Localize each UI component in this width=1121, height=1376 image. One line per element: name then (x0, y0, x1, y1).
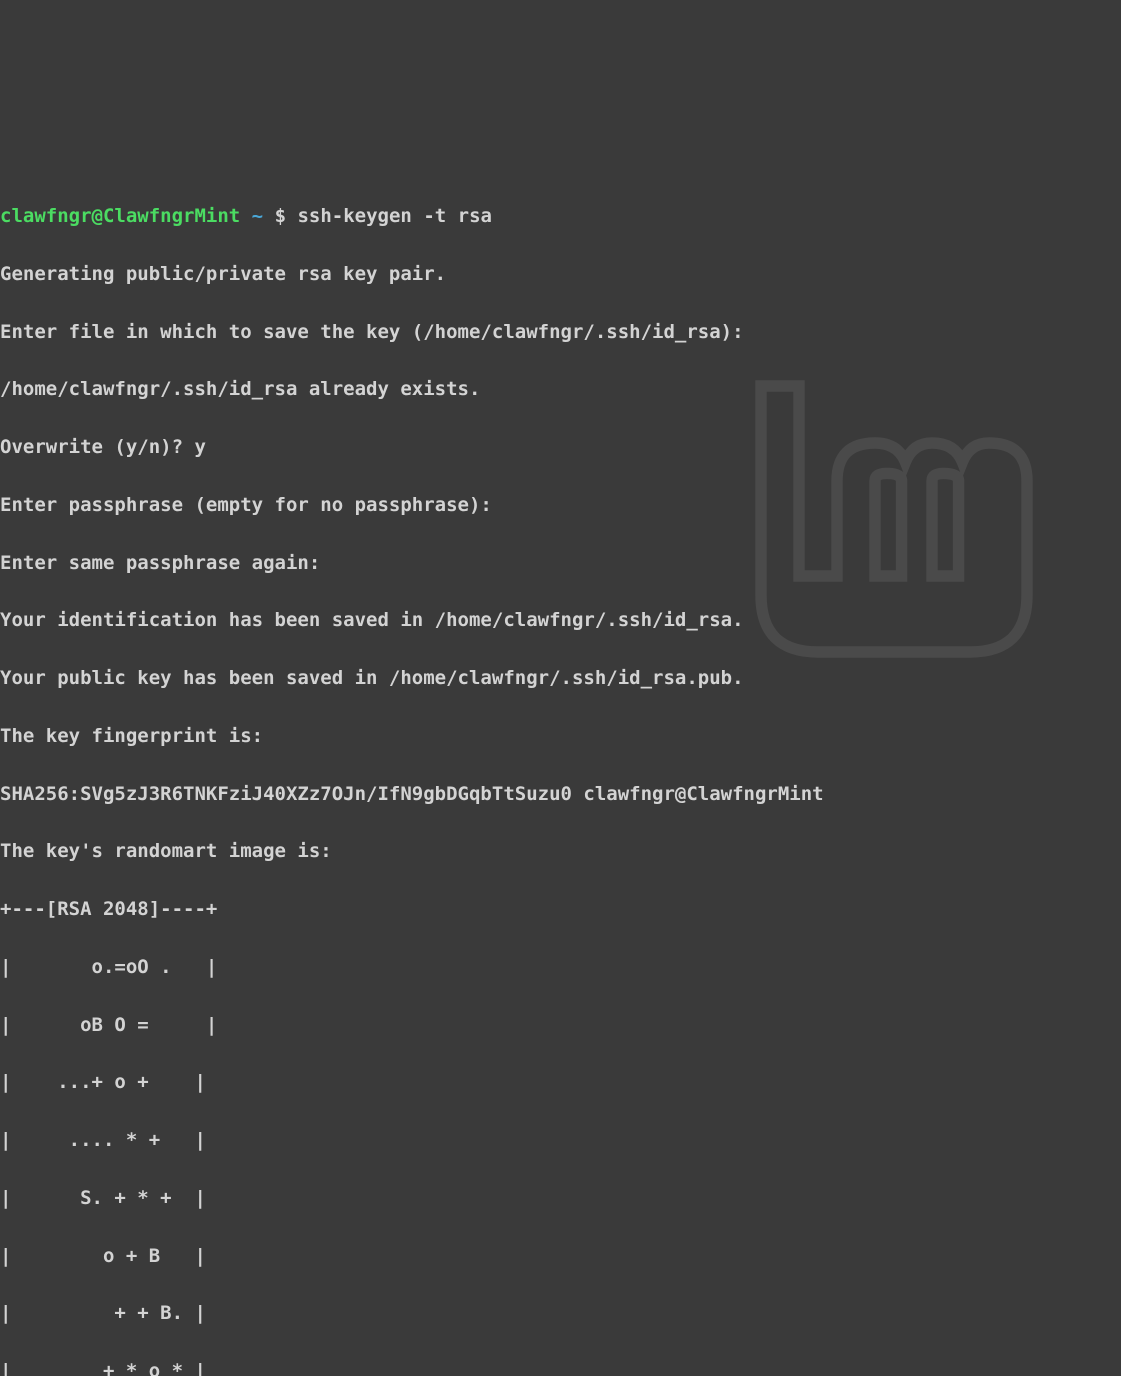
output-line: Enter passphrase (empty for no passphras… (0, 491, 1121, 520)
randomart-line: | o.=oO . | (0, 953, 1121, 982)
output-line: Your identification has been saved in /h… (0, 606, 1121, 635)
prompt-line-1: clawfngr@ClawfngrMint ~ $ ssh-keygen -t … (0, 202, 1121, 231)
randomart-line: | + + B. | (0, 1299, 1121, 1328)
randomart-line: | + * o * | (0, 1357, 1121, 1376)
output-line: Enter file in which to save the key (/ho… (0, 318, 1121, 347)
output-line: The key's randomart image is: (0, 837, 1121, 866)
output-line: SHA256:SVg5zJ3R6TNKFziJ40XZz7OJn/IfN9gbD… (0, 780, 1121, 809)
output-line: Overwrite (y/n)? y (0, 433, 1121, 462)
output-line: Your public key has been saved in /home/… (0, 664, 1121, 693)
randomart-line: | .... * + | (0, 1126, 1121, 1155)
output-line: Enter same passphrase again: (0, 549, 1121, 578)
cwd-path: ~ (252, 205, 263, 227)
randomart-line: +---[RSA 2048]----+ (0, 895, 1121, 924)
prompt-symbol: $ (275, 205, 286, 227)
output-line: Generating public/private rsa key pair. (0, 260, 1121, 289)
randomart-line: | S. + * + | (0, 1184, 1121, 1213)
command-text: ssh-keygen -t rsa (297, 205, 491, 227)
randomart-line: | o + B | (0, 1242, 1121, 1271)
output-line: /home/clawfngr/.ssh/id_rsa already exist… (0, 375, 1121, 404)
randomart-line: | oB O = | (0, 1011, 1121, 1040)
randomart-line: | ...+ o + | (0, 1068, 1121, 1097)
output-line: The key fingerprint is: (0, 722, 1121, 751)
user-host: clawfngr@ClawfngrMint (0, 205, 240, 227)
terminal-output[interactable]: clawfngr@ClawfngrMint ~ $ ssh-keygen -t … (0, 173, 1121, 1376)
